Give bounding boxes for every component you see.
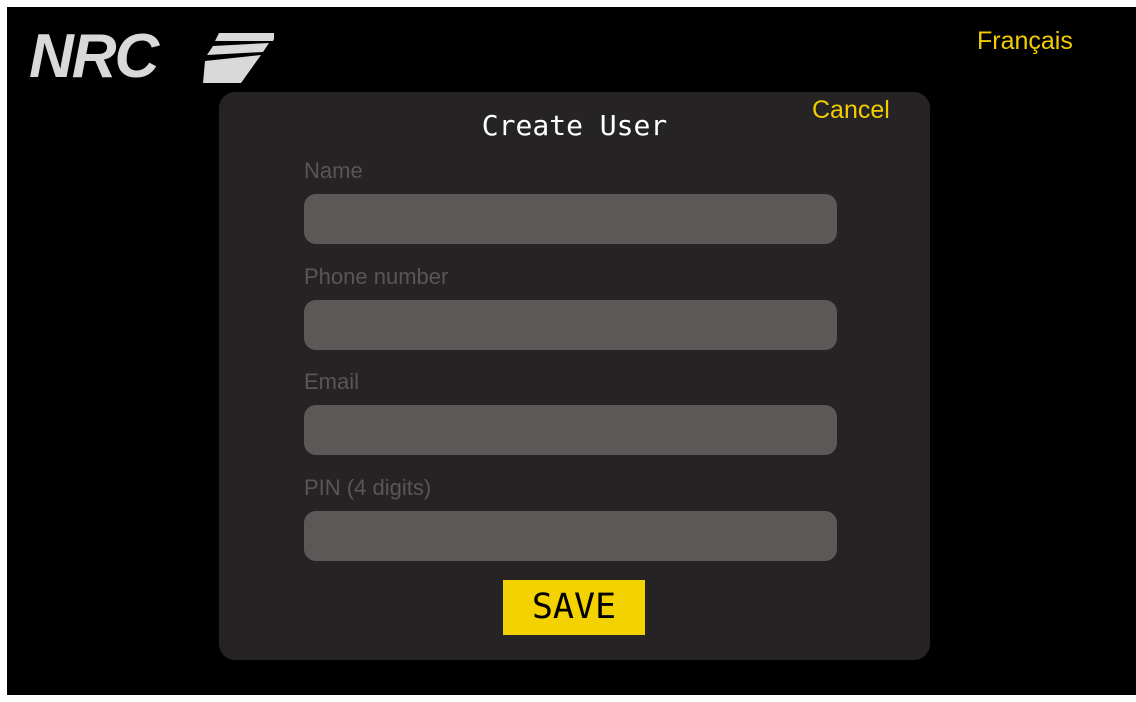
- phone-label: Phone number: [304, 264, 449, 289]
- email-label: Email: [304, 369, 360, 394]
- email-field[interactable]: [304, 405, 837, 455]
- name-field[interactable]: [304, 194, 837, 244]
- language-toggle-link[interactable]: Français: [977, 27, 1073, 56]
- svg-text:NRC: NRC: [29, 22, 161, 89]
- name-label: Name: [304, 158, 363, 183]
- save-button[interactable]: SAVE: [503, 580, 645, 635]
- dialog-title: Create User: [481, 109, 668, 142]
- create-user-dialog: Cancel Create User Name Phone number Ema…: [219, 92, 930, 660]
- app-screen: NRC Français Cancel Create User Name Pho…: [7, 7, 1136, 695]
- phone-field[interactable]: [304, 300, 837, 350]
- pin-label: PIN (4 digits): [304, 475, 432, 500]
- nrc-logo: NRC: [29, 19, 274, 89]
- pin-field[interactable]: [304, 511, 837, 561]
- swoosh-icon: [203, 33, 274, 83]
